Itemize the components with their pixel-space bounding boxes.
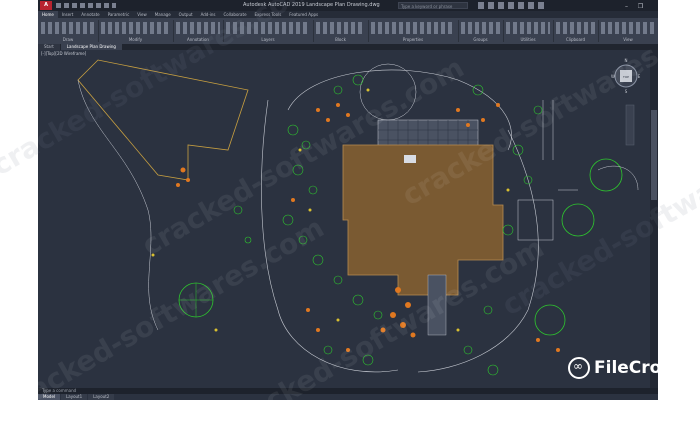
structure-outline xyxy=(517,199,554,241)
panel-block[interactable]: Block xyxy=(313,20,369,42)
panel-properties[interactable]: Properties xyxy=(368,20,459,42)
panel-draw[interactable]: Draw xyxy=(38,20,99,42)
utility-tools[interactable] xyxy=(506,22,550,34)
panel-label: Utilities xyxy=(520,37,536,42)
panel-modify[interactable]: Modify xyxy=(98,20,174,42)
tab-home[interactable]: Home xyxy=(38,11,58,18)
panel-clipboard[interactable]: Clipboard xyxy=(553,20,599,42)
draw-tools[interactable] xyxy=(41,22,95,34)
application-menu-button[interactable]: A xyxy=(40,1,52,10)
tab-addins[interactable]: Add-ins xyxy=(197,11,220,18)
panel-label: Block xyxy=(335,37,346,42)
tab-manage[interactable]: Manage xyxy=(151,11,175,18)
view-tools[interactable] xyxy=(601,22,655,34)
quick-access-toolbar[interactable] xyxy=(56,3,116,8)
panel-label: Draw xyxy=(62,37,74,42)
status-bar: Model Layout1 Layout2 xyxy=(38,394,658,400)
ribbon: Draw Modify Annotation Layers Block Prop… xyxy=(38,18,658,45)
window-controls[interactable]: – ❐ ✕ xyxy=(625,1,655,21)
panel-utilities[interactable]: Utilities xyxy=(503,20,554,42)
patio-feature xyxy=(404,155,416,163)
panel-label: Modify xyxy=(128,37,143,42)
search-input[interactable]: Type a keyword or phrase xyxy=(398,2,468,9)
block-tools[interactable] xyxy=(316,22,365,34)
clipboard-tools[interactable] xyxy=(556,22,595,34)
tab-insert[interactable]: Insert xyxy=(58,11,77,18)
tree-circle xyxy=(561,203,595,237)
modify-tools[interactable] xyxy=(101,22,170,34)
navigation-bar[interactable] xyxy=(625,104,635,146)
scrollbar-thumb[interactable] xyxy=(651,110,657,200)
group-tools[interactable] xyxy=(461,22,500,34)
logo-text-main: FileCr xyxy=(594,358,650,378)
user-account-area[interactable] xyxy=(478,2,548,9)
compass-south: S xyxy=(625,89,628,94)
filecr-logo: FileCrop xyxy=(568,355,678,383)
properties-tools[interactable] xyxy=(371,22,455,34)
panel-label: Properties xyxy=(402,37,424,42)
tree-circle xyxy=(589,158,623,192)
panel-label: Groups xyxy=(473,37,488,42)
panel-label: Clipboard xyxy=(565,37,586,42)
layout-tab-layout2[interactable]: Layout2 xyxy=(88,394,115,400)
tab-view[interactable]: View xyxy=(133,11,151,18)
viewport-controls-label[interactable]: [-][Top][2D Wireframe] xyxy=(41,51,86,56)
layout-tab-layout1[interactable]: Layout1 xyxy=(61,394,88,400)
tab-output[interactable]: Output xyxy=(175,11,197,18)
logo-text: FileCrop xyxy=(594,358,674,378)
tree-circle xyxy=(534,304,566,336)
logo-text-suffix: op xyxy=(649,358,674,378)
panel-groups[interactable]: Groups xyxy=(458,20,504,42)
tab-parametric[interactable]: Parametric xyxy=(104,11,134,18)
ribbon-tabs: Home Insert Annotate Parametric View Man… xyxy=(38,11,658,18)
title-bar: A Autodesk AutoCAD 2019 Landscape Plan D… xyxy=(38,0,658,21)
tab-annotate[interactable]: Annotate xyxy=(77,11,103,18)
logo-icon xyxy=(568,357,590,379)
